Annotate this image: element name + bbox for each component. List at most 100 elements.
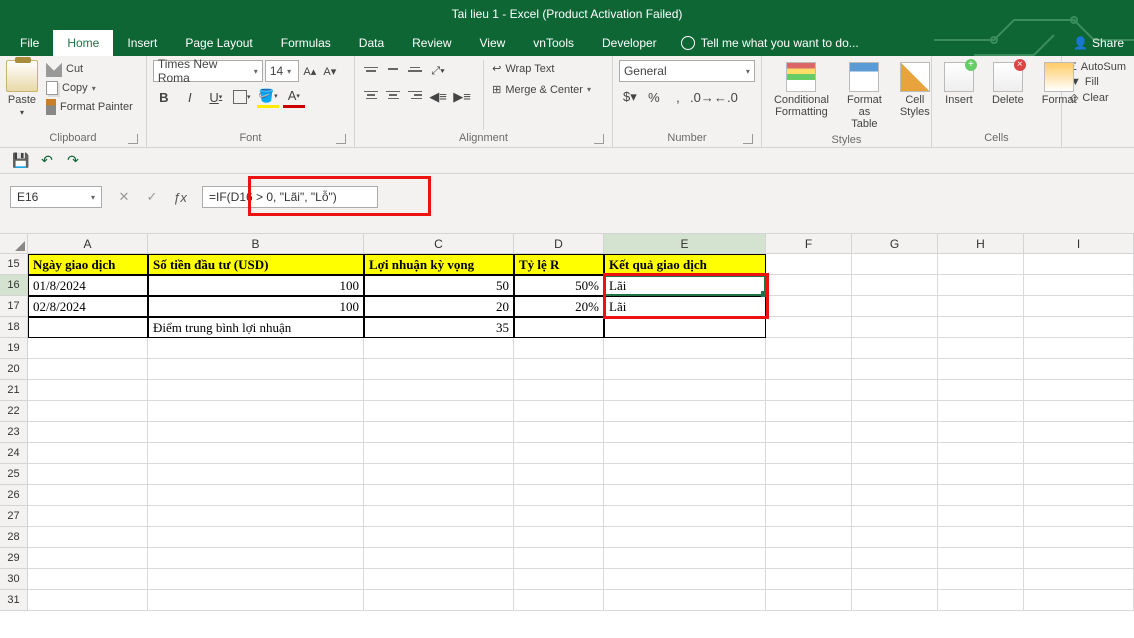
cell-styles-button[interactable]: Cell Styles [894,60,936,132]
cell-H22[interactable] [938,401,1024,422]
row-header-25[interactable]: 25 [0,464,28,485]
tab-insert[interactable]: Insert [113,30,171,56]
cell-I20[interactable] [1024,359,1134,380]
cell-B26[interactable] [148,485,364,506]
cell-H21[interactable] [938,380,1024,401]
cell-C25[interactable] [364,464,514,485]
cell-A28[interactable] [28,527,148,548]
font-size-combo[interactable]: 14▾ [265,60,299,82]
shrink-font-button[interactable]: A▾ [321,62,339,80]
cell-I24[interactable] [1024,443,1134,464]
cell-I27[interactable] [1024,506,1134,527]
copy-button[interactable]: Copy▾ [44,80,135,96]
cell-H25[interactable] [938,464,1024,485]
cell-E27[interactable] [604,506,766,527]
cell-H17[interactable] [938,296,1024,317]
cell-G23[interactable] [852,422,938,443]
cell-F25[interactable] [766,464,852,485]
cell-G17[interactable] [852,296,938,317]
cell-I16[interactable] [1024,275,1134,296]
cell-H23[interactable] [938,422,1024,443]
cell-C15[interactable]: Lợi nhuận kỳ vọng [364,254,514,275]
row-header-31[interactable]: 31 [0,590,28,611]
cell-E17[interactable]: Lãi [604,296,766,317]
cell-H29[interactable] [938,548,1024,569]
cut-button[interactable]: Cut [44,60,135,78]
cell-F24[interactable] [766,443,852,464]
cell-E29[interactable] [604,548,766,569]
cell-F26[interactable] [766,485,852,506]
increase-decimal-button[interactable]: .0→ [691,86,713,108]
cell-A24[interactable] [28,443,148,464]
row-header-26[interactable]: 26 [0,485,28,506]
wrap-text-button[interactable]: ↩Wrap Text [490,60,593,77]
decrease-indent-button[interactable]: ◀≡ [427,86,449,108]
cell-C26[interactable] [364,485,514,506]
col-header-B[interactable]: B [148,234,364,254]
cell-E26[interactable] [604,485,766,506]
undo-button[interactable]: ↶ [38,152,56,170]
cell-C28[interactable] [364,527,514,548]
worksheet-grid[interactable]: ABCDEFGHI 151617181920212223242526272829… [0,234,1134,638]
cell-D29[interactable] [514,548,604,569]
cell-F17[interactable] [766,296,852,317]
redo-button[interactable]: ↷ [64,152,82,170]
formula-input[interactable]: =IF(D16 > 0, "Lãi", "Lỗ") [202,186,378,208]
cell-B28[interactable] [148,527,364,548]
tab-home[interactable]: Home [53,30,113,56]
autosum-button[interactable]: ΣAutoSum [1068,60,1128,74]
cell-C16[interactable]: 50 [364,275,514,296]
cell-C20[interactable] [364,359,514,380]
cell-D20[interactable] [514,359,604,380]
orientation-button[interactable]: ⤢▾ [427,60,449,82]
cell-G15[interactable] [852,254,938,275]
cell-I31[interactable] [1024,590,1134,611]
cell-D18[interactable] [514,317,604,338]
cell-B29[interactable] [148,548,364,569]
cell-E19[interactable] [604,338,766,359]
cell-I26[interactable] [1024,485,1134,506]
cell-H31[interactable] [938,590,1024,611]
cell-E25[interactable] [604,464,766,485]
cell-H19[interactable] [938,338,1024,359]
cell-G30[interactable] [852,569,938,590]
cell-E16[interactable]: Lãi [604,275,766,296]
format-as-table-button[interactable]: Format as Table [841,60,888,132]
cell-G19[interactable] [852,338,938,359]
cell-B22[interactable] [148,401,364,422]
merge-center-button[interactable]: ⊞Merge & Center▾ [490,81,593,98]
row-header-27[interactable]: 27 [0,506,28,527]
cell-G28[interactable] [852,527,938,548]
cell-H30[interactable] [938,569,1024,590]
cell-G25[interactable] [852,464,938,485]
save-button[interactable]: 💾 [12,152,30,170]
cell-D25[interactable] [514,464,604,485]
cell-F18[interactable] [766,317,852,338]
col-header-A[interactable]: A [28,234,148,254]
cell-G26[interactable] [852,485,938,506]
clear-button[interactable]: ◇Clear [1068,90,1128,105]
number-format-combo[interactable]: General▾ [619,60,755,82]
cell-E21[interactable] [604,380,766,401]
launcher-icon[interactable] [743,134,753,144]
row-header-24[interactable]: 24 [0,443,28,464]
col-header-I[interactable]: I [1024,234,1134,254]
row-header-21[interactable]: 21 [0,380,28,401]
cell-G22[interactable] [852,401,938,422]
decrease-decimal-button[interactable]: ←.0 [715,86,737,108]
cell-A22[interactable] [28,401,148,422]
cell-A23[interactable] [28,422,148,443]
name-box[interactable]: E16▾ [10,186,102,208]
tab-file[interactable]: File [6,30,53,56]
col-header-H[interactable]: H [938,234,1024,254]
enter-formula-button[interactable]: ✓ [140,187,164,207]
cell-B23[interactable] [148,422,364,443]
cell-G21[interactable] [852,380,938,401]
align-left-button[interactable] [361,86,381,104]
cell-E28[interactable] [604,527,766,548]
launcher-icon[interactable] [336,134,346,144]
launcher-icon[interactable] [128,134,138,144]
cell-B20[interactable] [148,359,364,380]
row-header-15[interactable]: 15 [0,254,28,275]
border-button[interactable]: ▾ [231,86,253,108]
